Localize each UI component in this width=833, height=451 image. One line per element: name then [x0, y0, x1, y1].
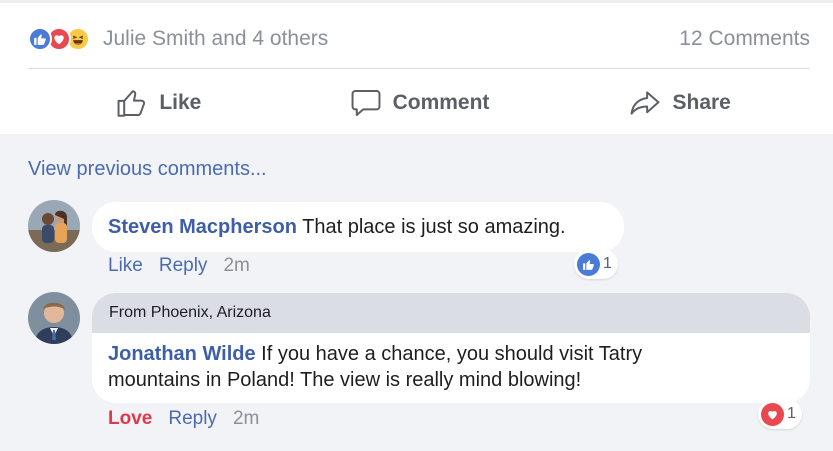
- comment-button[interactable]: Comment: [289, 86, 550, 120]
- like-icon: [577, 252, 600, 276]
- comment-bubble-icon: [351, 89, 381, 117]
- share-arrow-icon: [631, 91, 660, 115]
- comment-button-label: Comment: [392, 91, 490, 114]
- post-actions: Like Comment Share: [28, 72, 810, 134]
- reaction-count: 1: [603, 255, 612, 272]
- comment-reactions-badge[interactable]: 1: [574, 249, 618, 279]
- avatar[interactable]: [28, 292, 80, 344]
- comment-meta: Like Reply 2m: [108, 255, 266, 277]
- comment-reply-link[interactable]: Reply: [159, 255, 208, 277]
- thumbs-up-icon: [117, 90, 146, 117]
- comment-bubble: From Phoenix, Arizona Jonathan Wilde If …: [92, 293, 810, 403]
- actions-divider: [28, 68, 810, 69]
- like-button[interactable]: Like: [28, 86, 289, 120]
- comment-bubble: Steven Macpherson That place is just so …: [92, 202, 624, 252]
- comment-location: From Phoenix, Arizona: [109, 304, 271, 321]
- reactors-names[interactable]: Julie Smith and 4 others: [103, 27, 328, 51]
- comment-author[interactable]: Steven Macpherson: [108, 216, 297, 238]
- comments-section: View previous comments... Steven Macpher…: [0, 134, 833, 451]
- share-button[interactable]: Share: [549, 86, 810, 120]
- reaction-icons[interactable]: [28, 27, 90, 51]
- comment-reply-link[interactable]: Reply: [168, 408, 217, 430]
- avatar[interactable]: [28, 200, 80, 252]
- comment-timestamp: 2m: [223, 255, 250, 276]
- love-icon: [761, 402, 784, 426]
- comment-reactions-badge[interactable]: 1: [758, 399, 802, 429]
- reaction-count: 1: [787, 405, 796, 422]
- comment-love-link[interactable]: Love: [108, 408, 152, 430]
- view-previous-comments-link[interactable]: View previous comments...: [28, 158, 267, 181]
- comment-like-link[interactable]: Like: [108, 255, 143, 277]
- comment-text-line1: If you have a chance, you should visit T…: [261, 343, 643, 365]
- top-divider: [0, 0, 833, 3]
- like-icon: [28, 27, 52, 51]
- comment-timestamp: 2m: [232, 408, 260, 429]
- comment-location-header: From Phoenix, Arizona: [92, 293, 810, 333]
- share-button-label: Share: [672, 91, 731, 114]
- comment-text: That place is just so amazing.: [302, 216, 566, 238]
- reactions-summary: Julie Smith and 4 others 12 Comments: [28, 22, 810, 56]
- comment-meta: Love Reply 2m: [108, 408, 275, 430]
- comment-text-line2: mountains in Poland! The view is really …: [108, 369, 582, 391]
- comments-count[interactable]: 12 Comments: [679, 27, 810, 51]
- like-button-label: Like: [159, 91, 202, 114]
- comment-author[interactable]: Jonathan Wilde: [108, 343, 256, 365]
